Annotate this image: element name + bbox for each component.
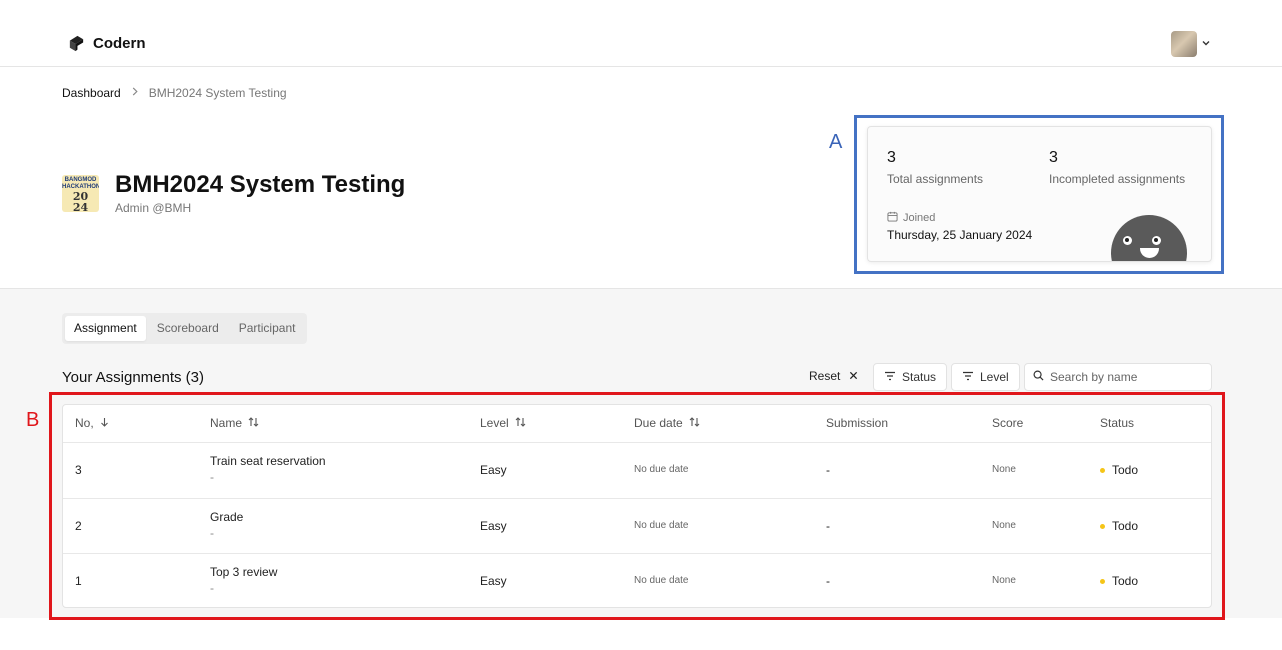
- reset-button[interactable]: Reset: [809, 369, 858, 383]
- status-dot-icon: [1100, 578, 1105, 584]
- status-filter-button[interactable]: Status: [873, 363, 948, 391]
- assignment-description: -: [210, 470, 214, 484]
- filter-icon: [884, 370, 896, 384]
- column-header-score: Score: [992, 416, 1024, 430]
- assignment-submission: -: [826, 463, 830, 477]
- column-header-level[interactable]: Level: [480, 416, 526, 430]
- assignment-name[interactable]: Top 3 review: [210, 565, 277, 579]
- column-header-label: Name: [210, 416, 243, 430]
- status-dot-icon: [1100, 467, 1105, 473]
- status-label: Todo: [1112, 519, 1139, 533]
- user-menu[interactable]: [1171, 31, 1211, 57]
- column-header-label: Due date: [634, 416, 683, 430]
- status-filter-label: Status: [902, 370, 937, 384]
- row-number: 1: [75, 574, 82, 588]
- assignment-level: Easy: [480, 519, 507, 533]
- table-row[interactable]: 1 Top 3 review - Easy No due date - None…: [63, 553, 1211, 609]
- column-header-submission: Submission: [826, 416, 889, 430]
- column-header-no[interactable]: No,: [75, 416, 109, 430]
- assignment-due-date: No due date: [634, 464, 689, 475]
- tab-participant[interactable]: Participant: [230, 316, 305, 341]
- breadcrumb-dashboard[interactable]: Dashboard: [62, 86, 121, 100]
- app-name: Codern: [93, 35, 146, 52]
- column-header-due-date[interactable]: Due date: [634, 416, 700, 430]
- status-badge: Todo: [1100, 519, 1138, 533]
- table-row[interactable]: 2 Grade - Easy No due date - None Todo: [63, 498, 1211, 554]
- assignment-score: None: [992, 464, 1016, 475]
- breadcrumb: Dashboard BMH2024 System Testing: [62, 86, 287, 100]
- mascot-mouth: [1140, 248, 1159, 258]
- assignment-description: -: [210, 526, 214, 540]
- assignment-due-date: No due date: [634, 575, 689, 586]
- column-header-label: No,: [75, 416, 94, 430]
- status-label: Todo: [1112, 574, 1139, 588]
- app-logo[interactable]: Codern: [67, 34, 146, 53]
- status-badge: Todo: [1100, 574, 1138, 588]
- page-title: BMH2024 System Testing: [115, 171, 406, 198]
- total-assignments-value: 3: [887, 149, 896, 166]
- breadcrumb-current: BMH2024 System Testing: [148, 86, 287, 100]
- project-logo-line: BANGMOD: [64, 177, 97, 183]
- mascot-eye: [1123, 236, 1132, 245]
- close-icon: [849, 369, 858, 383]
- filter-icon: [962, 370, 974, 384]
- status-badge: Todo: [1100, 463, 1138, 477]
- sort-icon: [689, 416, 700, 430]
- tab-assignment[interactable]: Assignment: [65, 316, 146, 341]
- annotation-label-b: B: [26, 409, 40, 431]
- mascot-eye: [1152, 236, 1161, 245]
- column-header-label: Level: [480, 416, 509, 430]
- level-filter-label: Level: [980, 370, 1009, 384]
- reset-label: Reset: [809, 369, 841, 383]
- page-subtitle: Admin @BMH: [115, 201, 192, 215]
- top-navbar: Codern: [0, 0, 1282, 67]
- stats-card: 3 Total assignments 3 Incompleted assign…: [867, 126, 1212, 262]
- assignments-title: Your Assignments (3): [62, 369, 205, 386]
- assignment-due-date: No due date: [634, 520, 689, 531]
- incompleted-assignments-label: Incompleted assignments: [1049, 172, 1186, 186]
- user-avatar[interactable]: [1171, 31, 1197, 57]
- assignment-submission: -: [826, 519, 830, 533]
- incompleted-assignments-value: 3: [1049, 149, 1058, 166]
- status-label: Todo: [1112, 463, 1139, 477]
- assignment-score: None: [992, 575, 1016, 586]
- sort-icon: [515, 416, 526, 430]
- tab-scoreboard[interactable]: Scoreboard: [148, 316, 228, 341]
- assignment-description: -: [210, 581, 214, 595]
- project-logo: BANGMOD HACKATHON 20 24: [62, 175, 99, 212]
- chevron-down-icon[interactable]: [1201, 38, 1211, 51]
- search-box[interactable]: [1024, 363, 1212, 391]
- table-row[interactable]: 3 Train seat reservation - Easy No due d…: [63, 442, 1211, 498]
- row-number: 3: [75, 463, 82, 477]
- search-input[interactable]: [1050, 370, 1200, 384]
- assignment-submission: -: [826, 574, 830, 588]
- column-header-status: Status: [1100, 416, 1135, 430]
- row-number: 2: [75, 519, 82, 533]
- sort-icon: [248, 416, 259, 430]
- assignments-table: No, Name Level Due date Submission Score…: [62, 404, 1212, 608]
- project-logo-year: 24: [72, 201, 89, 212]
- annotation-label-a: A: [829, 131, 843, 153]
- assignment-level: Easy: [480, 463, 507, 477]
- mascot-illustration: [1111, 215, 1187, 261]
- tab-bar: Assignment Scoreboard Participant: [62, 313, 308, 344]
- calendar-icon: [887, 211, 898, 225]
- joined-label: Joined: [903, 212, 936, 224]
- arrow-down-icon: [100, 416, 109, 430]
- assignment-score: None: [992, 520, 1016, 531]
- joined-date: Thursday, 25 January 2024: [887, 228, 1033, 242]
- assignment-name[interactable]: Grade: [210, 510, 243, 524]
- column-header-name[interactable]: Name: [210, 416, 259, 430]
- assignment-name[interactable]: Train seat reservation: [210, 454, 326, 468]
- status-dot-icon: [1100, 523, 1105, 529]
- chevron-right-icon: [131, 87, 139, 99]
- codern-logo-icon: [69, 35, 84, 52]
- level-filter-button[interactable]: Level: [951, 363, 1020, 391]
- search-icon: [1033, 368, 1044, 386]
- total-assignments-label: Total assignments: [887, 172, 984, 186]
- assignment-level: Easy: [480, 574, 507, 588]
- joined-row: Joined: [887, 211, 935, 225]
